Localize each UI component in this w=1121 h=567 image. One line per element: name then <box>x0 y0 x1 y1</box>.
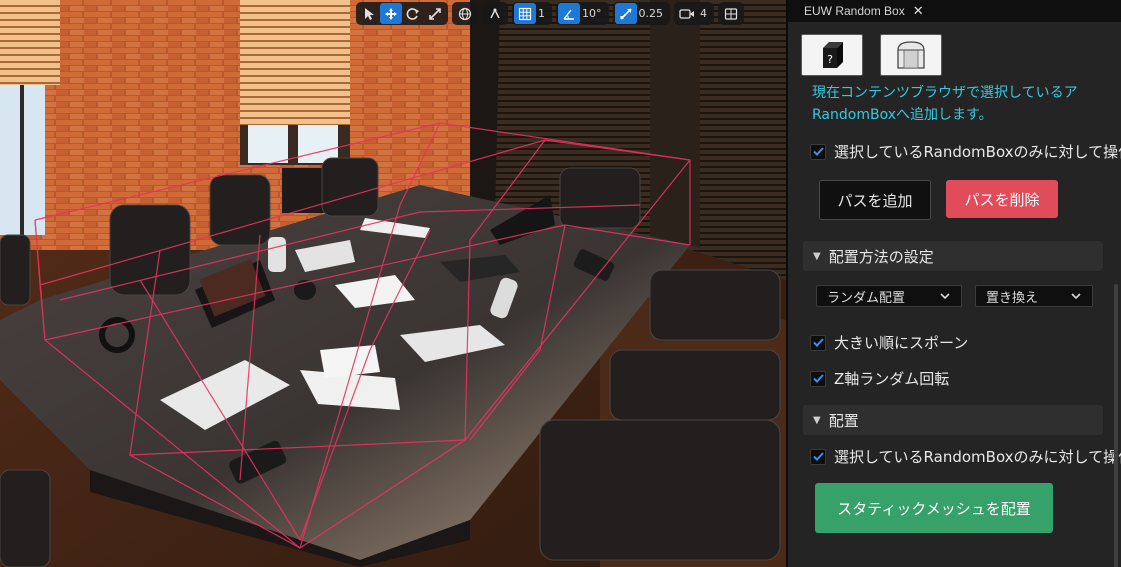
replace-dropdown[interactable]: 置き換え <box>975 285 1093 307</box>
collapse-triangle-icon: ▼ <box>813 414 821 426</box>
select-mode-icon[interactable] <box>358 3 380 24</box>
placement-section-header[interactable]: ▼ 配置 <box>803 405 1103 435</box>
coordinate-space-group <box>452 2 478 25</box>
surface-snap-group <box>482 2 508 25</box>
translate-mode-icon[interactable] <box>380 3 402 24</box>
replace-value: 置き換え <box>986 290 1039 306</box>
close-icon[interactable]: ✕ <box>913 3 924 19</box>
selected-only-checkbox[interactable] <box>810 143 826 160</box>
rotation-snap-value[interactable]: 10° <box>580 7 607 20</box>
chevron-down-icon <box>1071 293 1081 300</box>
random-z-rotation-checkbox-row[interactable]: Z軸ランダム回転 <box>810 368 949 389</box>
checkmark-icon <box>812 452 824 461</box>
surface-snapping-icon[interactable] <box>484 3 506 24</box>
grid-snap-value[interactable]: 1 <box>536 7 550 20</box>
checkmark-icon <box>812 374 824 383</box>
checkmark-icon <box>812 338 824 347</box>
random-z-rotation-checkbox[interactable] <box>810 370 826 387</box>
camera-speed-icon[interactable] <box>676 3 698 24</box>
layout-group <box>718 2 744 25</box>
scale-snap-value[interactable]: 0.25 <box>637 7 669 20</box>
collapse-triangle-icon: ▼ <box>813 250 821 262</box>
svg-text:?: ? <box>827 53 833 66</box>
selected-only-checkbox-row[interactable]: 選択しているRandomBoxのみに対して操作 <box>810 141 1121 162</box>
bounds-box-mode-button[interactable] <box>880 34 942 76</box>
scene-render <box>0 0 786 567</box>
selected-only-label: 選択しているRandomBoxのみに対して操作 <box>834 143 1121 161</box>
rotation-snap-group: 10° <box>556 2 609 25</box>
camera-speed-value[interactable]: 4 <box>698 7 712 20</box>
transform-tools-group <box>356 2 448 25</box>
tab-euw-random-box[interactable]: EUW Random Box ✕ <box>804 0 924 22</box>
random-z-rotation-label: Z軸ランダム回転 <box>834 370 950 388</box>
spawn-by-size-checkbox-row[interactable]: 大きい順にスポーン <box>810 332 968 353</box>
checkmark-icon <box>812 147 824 156</box>
add-path-button[interactable]: パスを追加 <box>819 180 931 220</box>
scale-mode-icon[interactable] <box>424 3 446 24</box>
remove-path-button[interactable]: パスを削除 <box>946 180 1058 218</box>
viewport-layout-icon[interactable] <box>720 3 742 24</box>
scale-snap-group: 0.25 <box>612 2 670 25</box>
euw-random-box-panel: EUW Random Box ✕ ? 現在コンテンツブラウザで選択しているア R… <box>786 0 1121 567</box>
panel-tab-bar: EUW Random Box ✕ <box>788 0 1121 22</box>
spawn-by-size-label: 大きい順にスポーン <box>834 334 969 352</box>
bounds-box-icon <box>897 41 925 69</box>
scale-snap-icon[interactable] <box>614 3 637 24</box>
level-viewport[interactable]: 1 10° 0.25 4 <box>0 0 786 567</box>
chevron-down-icon <box>940 293 950 300</box>
selected-only-label-2: 選択しているRandomBoxのみに対して操作 <box>834 448 1121 466</box>
grid-snap-group: 1 <box>512 2 552 25</box>
grid-snap-icon[interactable] <box>514 3 536 24</box>
question-box-icon: ? <box>823 42 843 68</box>
selected-only-checkbox-row-2[interactable]: 選択しているRandomBoxのみに対して操作 <box>810 446 1121 467</box>
selected-only-checkbox-2[interactable] <box>810 448 826 465</box>
viewport-toolbar: 1 10° 0.25 4 <box>356 0 744 27</box>
placement-method-section-title: 配置方法の設定 <box>828 247 934 266</box>
spawn-by-size-checkbox[interactable] <box>810 334 826 351</box>
panel-scrollbar[interactable] <box>1114 284 1118 567</box>
placement-mode-value: ランダム配置 <box>827 290 906 306</box>
place-static-mesh-button[interactable]: スタティックメッシュを配置 <box>815 483 1053 533</box>
rotation-snap-icon[interactable] <box>558 3 580 24</box>
random-box-mode-button[interactable]: ? <box>801 34 863 76</box>
rotate-mode-icon[interactable] <box>402 3 424 24</box>
description-line-2: RandomBoxへ追加します。 <box>812 107 993 123</box>
panel-body: ? 現在コンテンツブラウザで選択しているア RandomBoxへ追加します。 選… <box>788 22 1121 567</box>
camera-speed-group: 4 <box>674 2 714 25</box>
world-space-globe-icon[interactable] <box>454 3 476 24</box>
placement-mode-dropdown[interactable]: ランダム配置 <box>816 285 962 307</box>
placement-section-title: 配置 <box>828 411 859 430</box>
placement-method-section-header[interactable]: ▼ 配置方法の設定 <box>803 241 1103 271</box>
description-line-1: 現在コンテンツブラウザで選択しているア <box>812 85 1078 101</box>
tab-title: EUW Random Box <box>804 4 905 18</box>
